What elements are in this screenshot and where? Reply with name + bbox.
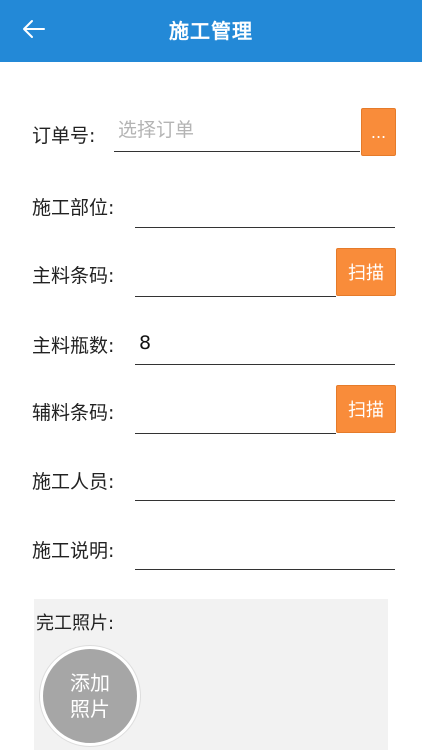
main-bottles-label: 主料瓶数: bbox=[32, 335, 115, 357]
aux-barcode-input[interactable] bbox=[139, 393, 332, 431]
main-barcode-scan-button[interactable]: 扫描 bbox=[336, 248, 396, 296]
main-barcode-label: 主料条码: bbox=[32, 265, 115, 287]
description-input[interactable] bbox=[139, 529, 391, 567]
app-header: 施工管理 bbox=[0, 0, 422, 62]
add-photo-label-line1: 添加 bbox=[70, 671, 110, 695]
add-photo-label-line2: 照片 bbox=[70, 697, 110, 721]
position-label: 施工部位: bbox=[32, 197, 115, 219]
workers-field[interactable] bbox=[135, 460, 395, 501]
add-photo-button[interactable]: 添加 照片 bbox=[40, 646, 140, 746]
position-field[interactable] bbox=[135, 187, 395, 228]
workers-input[interactable] bbox=[139, 460, 391, 498]
workers-label: 施工人员: bbox=[32, 471, 115, 493]
order-field[interactable] bbox=[114, 111, 360, 152]
order-input[interactable] bbox=[118, 111, 356, 149]
order-label: 订单号: bbox=[32, 125, 96, 147]
completion-photos-panel: 完工照片: 添加 照片 bbox=[34, 599, 388, 750]
main-bottles-field[interactable] bbox=[135, 324, 395, 365]
description-field[interactable] bbox=[135, 529, 395, 570]
completion-photos-label: 完工照片: bbox=[36, 613, 115, 634]
aux-barcode-label: 辅料条码: bbox=[32, 402, 115, 424]
description-label: 施工说明: bbox=[32, 540, 115, 562]
order-picker-button[interactable]: ... bbox=[361, 108, 396, 156]
page-title: 施工管理 bbox=[169, 19, 253, 43]
main-bottles-input[interactable] bbox=[139, 324, 391, 362]
aux-barcode-scan-button[interactable]: 扫描 bbox=[336, 385, 396, 433]
position-input[interactable] bbox=[139, 187, 391, 225]
aux-barcode-field[interactable] bbox=[135, 393, 336, 434]
main-barcode-field[interactable] bbox=[135, 256, 336, 297]
main-barcode-input[interactable] bbox=[139, 256, 332, 294]
construction-management-screen: 施工管理 订单号: ... 施工部位: 主料条码: 扫描 主料瓶数: 辅料条码: bbox=[0, 0, 422, 750]
